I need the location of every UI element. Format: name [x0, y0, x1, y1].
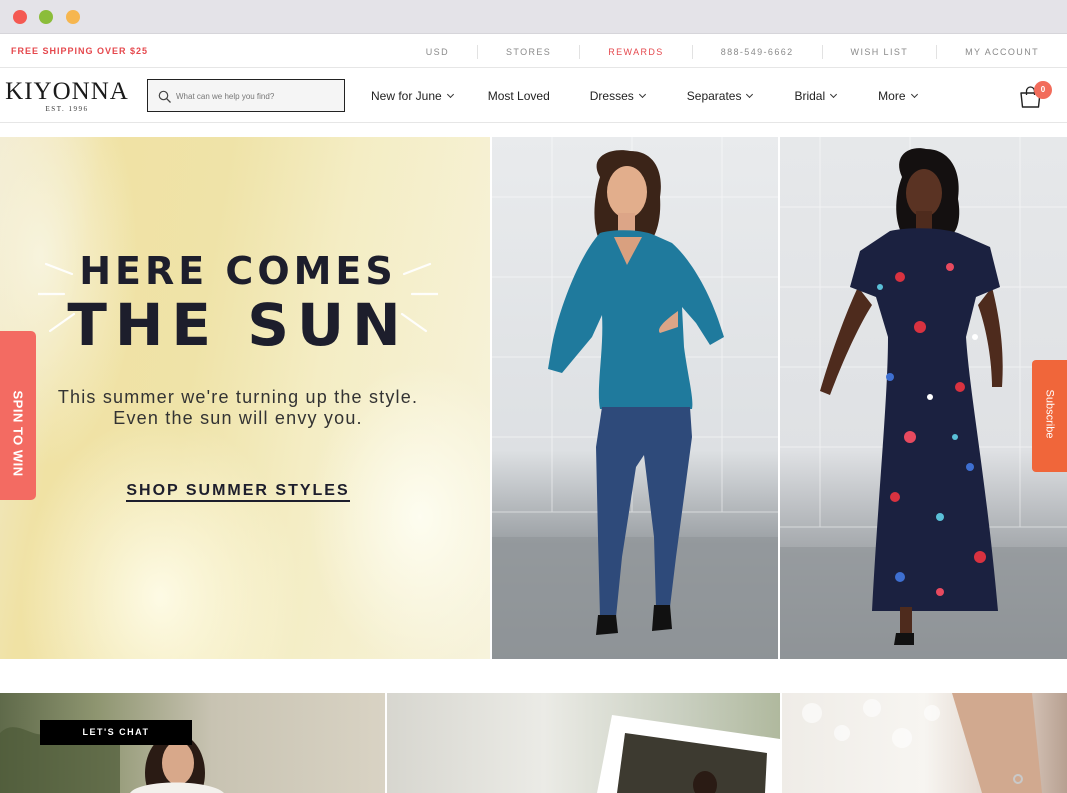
- menu-item-label: New for June: [371, 89, 442, 103]
- menu-item-most-loved[interactable]: Most Loved: [465, 89, 568, 103]
- subscribe-label: Subscribe: [1043, 389, 1056, 439]
- stores-link[interactable]: STORES: [476, 44, 579, 59]
- model-floral-dress-illustration: [780, 137, 1067, 659]
- close-window-button[interactable]: [13, 10, 27, 24]
- menu-item-more[interactable]: More: [854, 89, 926, 103]
- hero-subheadline: This summer we're turning up the style. …: [0, 387, 476, 429]
- hero-headline-line1: HERE COMES: [79, 249, 397, 293]
- main-navigation: KIYONNA EST. 1996 New for June Most Love…: [0, 69, 1067, 123]
- cart-count-badge: 0: [1034, 81, 1052, 99]
- free-shipping-promo[interactable]: FREE SHIPPING OVER $25: [11, 46, 148, 56]
- menu-item-label: Separates: [686, 89, 742, 103]
- logo-established: EST. 1996: [45, 105, 89, 113]
- rewards-link[interactable]: REWARDS: [579, 44, 691, 59]
- subscribe-tab[interactable]: Subscribe: [1032, 360, 1067, 472]
- hero-promo-panel[interactable]: HERE COMES THE SUN This summer we're tur…: [0, 137, 490, 659]
- model-teal-top-illustration: [492, 137, 778, 659]
- category-tile-3[interactable]: [782, 693, 1067, 793]
- hero-subline-2: Even the sun will envy you.: [113, 408, 363, 428]
- tile-3-photo: [802, 693, 1042, 793]
- utility-bar: FREE SHIPPING OVER $25 USD STORES REWARD…: [0, 35, 1067, 68]
- menu-item-separates[interactable]: Separates: [663, 89, 771, 103]
- spin-to-win-label: SPIN TO WIN: [10, 390, 26, 477]
- maximize-window-button[interactable]: [66, 10, 80, 24]
- utility-links: USD STORES REWARDS 888-549-6662 WISH LIS…: [398, 35, 1067, 68]
- hero-headline-line2: THE SUN: [67, 291, 409, 359]
- category-menu: New for June Most Loved Dresses Separate…: [360, 69, 927, 123]
- cta-label: SHOP SUMMER STYLES: [126, 482, 350, 502]
- search-box[interactable]: [147, 79, 345, 112]
- phone-link[interactable]: 888-549-6662: [691, 44, 822, 59]
- currency-selector[interactable]: USD: [398, 45, 477, 59]
- chevron-down-icon: [746, 90, 754, 99]
- menu-item-label: Bridal: [794, 89, 826, 103]
- menu-item-dresses[interactable]: Dresses: [568, 89, 663, 103]
- spin-to-win-tab[interactable]: SPIN TO WIN: [0, 331, 36, 500]
- lets-chat-button[interactable]: LET'S CHAT: [40, 720, 192, 745]
- search-icon: [158, 90, 171, 103]
- hero-photo-floral-dress[interactable]: [780, 137, 1067, 659]
- chevron-down-icon: [830, 90, 838, 99]
- menu-item-label: Dresses: [589, 89, 634, 103]
- my-account-link[interactable]: MY ACCOUNT: [936, 44, 1067, 59]
- menu-item-label: More: [878, 89, 906, 103]
- menu-item-bridal[interactable]: Bridal: [770, 89, 854, 103]
- menu-item-label: Most Loved: [487, 89, 550, 103]
- search-input[interactable]: [176, 88, 338, 104]
- shop-summer-styles-link[interactable]: SHOP SUMMER STYLES: [0, 482, 476, 502]
- hero-subline-1: This summer we're turning up the style.: [57, 387, 419, 407]
- category-tile-2[interactable]: [387, 693, 780, 793]
- chevron-down-icon: [638, 90, 646, 99]
- chevron-down-icon: [910, 90, 918, 99]
- hero-banner: HERE COMES THE SUN This summer we're tur…: [0, 137, 1067, 659]
- kiyonna-logo[interactable]: KIYONNA EST. 1996: [4, 78, 130, 114]
- hero-photo-teal-top[interactable]: [492, 137, 778, 659]
- browser-titlebar: [0, 0, 1067, 34]
- wish-list-link[interactable]: WISH LIST: [821, 44, 937, 59]
- chevron-down-icon: [446, 90, 454, 99]
- menu-item-new-for-june[interactable]: New for June: [360, 89, 465, 103]
- cart-button[interactable]: 0: [1018, 81, 1052, 113]
- minimize-window-button[interactable]: [39, 10, 53, 24]
- tile-2-photo: [597, 715, 780, 793]
- logo-wordmark: KIYONNA: [5, 78, 129, 105]
